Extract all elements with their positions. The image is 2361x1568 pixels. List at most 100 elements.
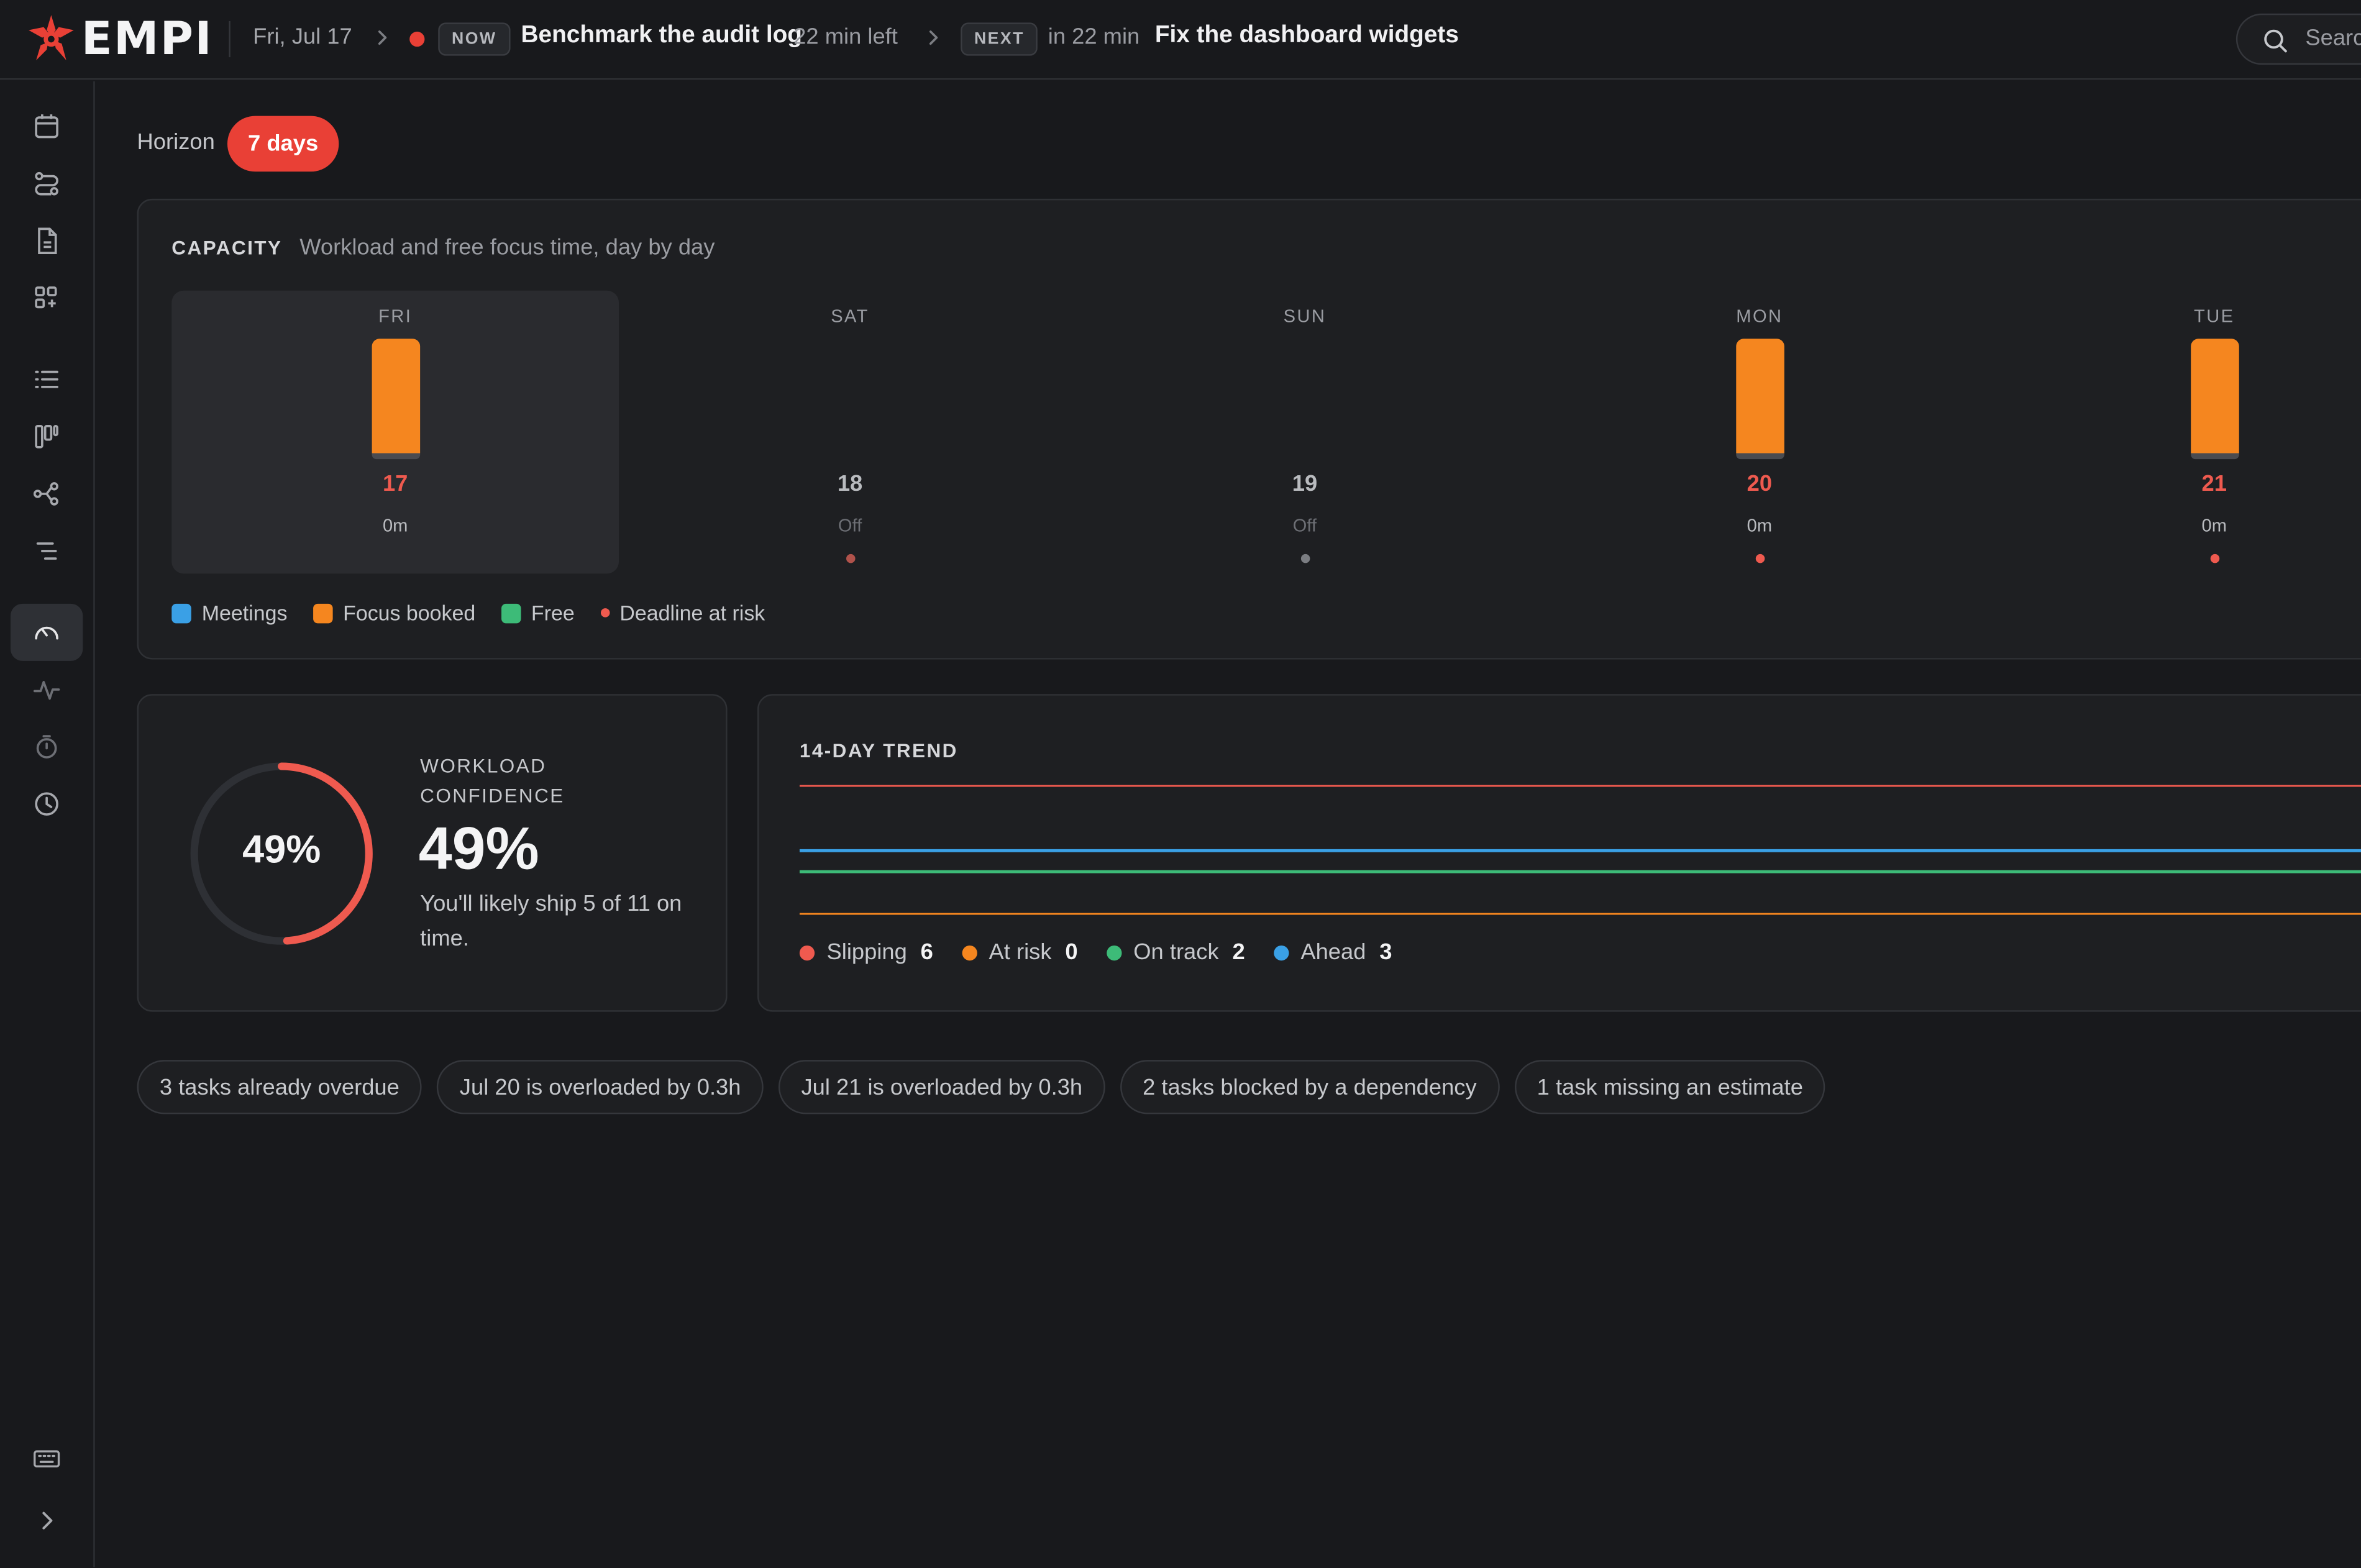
legend-swatch (799, 944, 815, 960)
issue-chips: 3 tasks already overdue Jul 20 is overlo… (137, 1060, 1841, 1114)
expand-sidebar-button[interactable] (11, 1493, 83, 1547)
sidebar (0, 81, 95, 1567)
now-live-dot (409, 31, 425, 47)
legend-meetings: Meetings (171, 601, 287, 625)
now-badge: NOW (438, 22, 511, 56)
sidebar-item-apps[interactable] (11, 271, 83, 325)
legend-deadline-at-risk: Deadline at risk (600, 601, 765, 625)
deadline-risk-dot (2210, 554, 2220, 563)
legend-swatch (1106, 944, 1121, 960)
sidebar-item-history[interactable] (11, 777, 83, 831)
trend-legend-at-risk: At risk 0 (961, 939, 1078, 965)
document-icon (38, 227, 57, 254)
topbar-divider (229, 21, 231, 58)
deadline-risk-dot (846, 554, 856, 563)
top-bar: EMPI Fri, Jul 17 NOW Benchmark the audit… (0, 0, 2361, 80)
confidence-description: You'll likely ship 5 of 11 on time. (420, 891, 682, 952)
app-window: EMPI Fri, Jul 17 NOW Benchmark the audit… (0, 0, 2361, 1567)
focus-booked-bar (1736, 339, 1784, 454)
sidebar-item-graph[interactable] (11, 467, 83, 521)
logo-mark-icon (29, 15, 74, 60)
capacity-card: CAPACITY Workload and free focus time, d… (137, 198, 2361, 660)
day-load: 0m (2201, 514, 2227, 536)
day-date: 17 (382, 471, 408, 497)
search-icon (2264, 29, 2287, 53)
day-date: 19 (1292, 471, 1318, 497)
search-input[interactable]: Searc (2235, 13, 2361, 65)
keyboard-shortcuts-button[interactable] (11, 1432, 83, 1486)
day-date: 20 (1747, 471, 1773, 497)
day-column-fri[interactable]: FRI 17 0m (171, 290, 619, 574)
sidebar-item-kanban[interactable] (11, 409, 83, 463)
issue-chip[interactable]: Jul 20 is overloaded by 0.3h (437, 1060, 764, 1114)
sidebar-item-capacity[interactable] (10, 603, 83, 661)
bar-baseline (1736, 453, 1784, 460)
legend-label: Free (531, 600, 575, 625)
trend-legend-slipping: Slipping 6 (799, 939, 933, 965)
confidence-ring-value: 49% (242, 826, 321, 872)
capacity-title: CAPACITY (171, 236, 283, 259)
legend-swatch (313, 603, 333, 623)
sidebar-item-timer[interactable] (11, 719, 83, 773)
horizon-label: Horizon (137, 129, 215, 155)
stopwatch-icon (36, 735, 57, 759)
issue-chip[interactable]: 1 task missing an estimate (1514, 1060, 1826, 1114)
gauge-icon (35, 626, 58, 640)
focus-booked-bar (2191, 339, 2239, 454)
confidence-label: WORKLOAD CONFIDENCE (420, 754, 565, 807)
day-load: 0m (382, 514, 408, 536)
routes-icon (35, 171, 58, 196)
list-icon (35, 370, 58, 388)
sidebar-item-activity[interactable] (11, 662, 83, 716)
now-task-title[interactable]: Benchmark the audit log (521, 22, 802, 50)
legend-focus-booked: Focus booked (313, 601, 475, 625)
next-badge: NEXT (961, 22, 1038, 56)
legend-count: 6 (920, 939, 933, 965)
legend-label: Ahead (1300, 939, 1366, 965)
legend-free: Free (501, 600, 575, 625)
trend-chart (799, 785, 2361, 915)
sidebar-item-routes[interactable] (11, 157, 83, 211)
legend-swatch (1273, 944, 1289, 960)
horizon-selector[interactable]: 7 days (227, 116, 339, 172)
legend-swatch (501, 603, 521, 623)
legend-swatch (171, 603, 191, 623)
legend-swatch (600, 608, 610, 618)
legend-label: Slipping (826, 939, 907, 965)
next-task-title[interactable]: Fix the dashboard widgets (1155, 22, 1459, 50)
issue-chip[interactable]: 3 tasks already overdue (137, 1060, 422, 1114)
day-load: Off (838, 514, 862, 536)
trend-legend-on-track: On track 2 (1106, 939, 1245, 965)
apps-add-icon (35, 286, 57, 309)
day-name: TUE (2194, 305, 2235, 327)
sidebar-item-calendar[interactable] (11, 99, 83, 153)
day-date: 21 (2201, 471, 2227, 497)
day-column-mon[interactable]: MON 20 0m (1536, 291, 1983, 574)
keyboard-icon (34, 1450, 60, 1468)
deadline-risk-dot (1755, 554, 1765, 563)
sidebar-item-list[interactable] (11, 352, 83, 406)
bar-baseline (2191, 453, 2239, 460)
day-load: 0m (1747, 514, 1773, 536)
legend-count: 3 (1379, 939, 1392, 965)
day-column-tue[interactable]: TUE 21 0m (1991, 291, 2361, 574)
kanban-icon (35, 425, 58, 449)
search-placeholder: Searc (2305, 25, 2361, 52)
day-date: 18 (837, 471, 863, 497)
current-date[interactable]: Fri, Jul 17 (253, 24, 352, 50)
legend-label: Meetings (201, 600, 288, 625)
day-load: Off (1292, 514, 1317, 536)
graph-icon (33, 482, 58, 506)
clock-icon (35, 792, 58, 816)
issue-chip[interactable]: 2 tasks blocked by a dependency (1120, 1060, 1500, 1114)
day-column-sat[interactable]: SAT 18 Off (626, 291, 1074, 574)
trend-title: 14-DAY TREND (799, 739, 958, 762)
day-name: SAT (831, 305, 869, 327)
chevron-right-icon (929, 30, 938, 45)
logo[interactable]: EMPI (24, 12, 213, 66)
sidebar-item-outline[interactable] (11, 524, 83, 578)
day-name: MON (1736, 305, 1783, 327)
sidebar-item-documents[interactable] (11, 214, 83, 268)
day-column-sun[interactable]: SUN 19 Off (1081, 291, 1528, 574)
issue-chip[interactable]: Jul 21 is overloaded by 0.3h (779, 1060, 1105, 1114)
